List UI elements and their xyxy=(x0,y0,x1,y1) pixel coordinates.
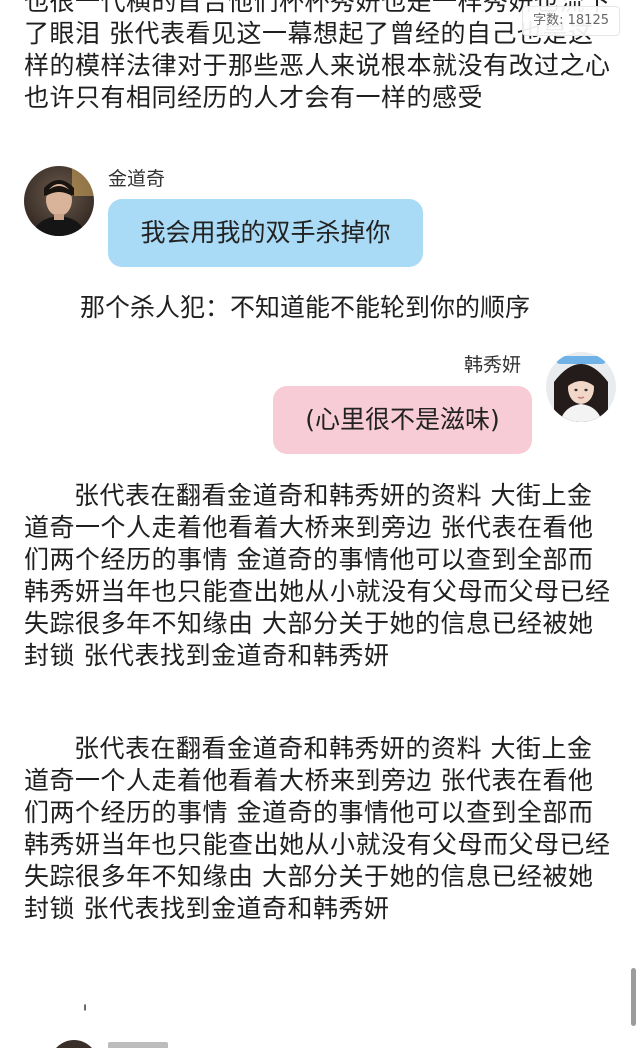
female-avatar-image xyxy=(546,352,616,422)
male-avatar-image xyxy=(24,166,94,236)
text-cursor-mark: ˌ xyxy=(82,988,89,1013)
speaker-name-left: 金道奇 xyxy=(108,168,166,190)
scrollbar-thumb[interactable] xyxy=(631,968,636,1026)
story-paragraph: 张代表在翻看金道奇和韩秀妍的资料 大街上金道奇一个人走着他看着大桥来到旁边 张代… xyxy=(24,734,611,923)
next-message-peek xyxy=(40,1036,180,1048)
word-count-badge: 字数: 18125 xyxy=(522,6,620,36)
narration-line: 那个杀人犯：不知道能不能轮到你的顺序 xyxy=(80,293,531,322)
male-portrait-avatar[interactable] xyxy=(24,166,94,236)
chat-bubble-left: 我会用我的双手杀掉你 xyxy=(108,199,423,267)
female-portrait-avatar[interactable] xyxy=(546,352,616,422)
chat-bubble-right: (心里很不是滋味) xyxy=(273,386,532,454)
name-peek xyxy=(108,1042,168,1048)
avatar-peek xyxy=(50,1040,98,1048)
speaker-name-right: 韩秀妍 xyxy=(464,354,522,376)
story-paragraph: 张代表在翻看金道奇和韩秀妍的资料 大街上金道奇一个人走着他看着大桥来到旁边 张代… xyxy=(24,481,611,670)
